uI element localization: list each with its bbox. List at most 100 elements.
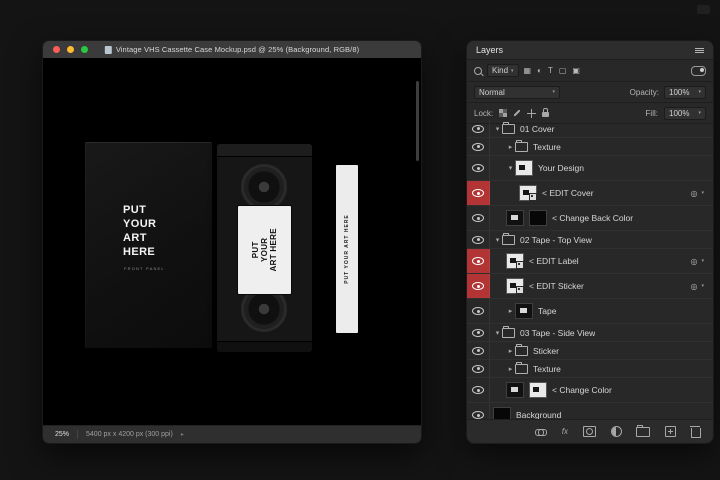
fx-icon[interactable]: fx bbox=[562, 427, 568, 436]
layer-thumbnail[interactable] bbox=[506, 210, 524, 226]
layer-row[interactable]: Background bbox=[467, 403, 713, 420]
fill-dropdown[interactable]: 100% ▾ bbox=[664, 107, 706, 120]
eye-icon bbox=[472, 214, 484, 222]
adjust-icon[interactable] bbox=[611, 426, 622, 437]
layer-visibility-toggle[interactable] bbox=[467, 299, 490, 323]
smart-object-badge-icon bbox=[516, 286, 524, 294]
new-layer-icon[interactable] bbox=[665, 426, 676, 437]
chevron-right-icon[interactable]: ▸ bbox=[506, 347, 515, 355]
filter-pixel-layers-icon[interactable]: ▦ bbox=[524, 67, 532, 75]
layer-row[interactable]: < EDIT Label◎▾ bbox=[467, 249, 713, 274]
layer-thumbnail[interactable] bbox=[506, 278, 524, 294]
zoom-window-button[interactable] bbox=[81, 46, 88, 53]
layer-thumbnail[interactable] bbox=[515, 160, 533, 176]
folder-icon bbox=[515, 346, 528, 356]
panel-header[interactable]: Layers bbox=[467, 41, 713, 60]
title-wrap: Vintage VHS Cassette Case Mockup.psd @ 2… bbox=[105, 41, 359, 58]
layer-visibility-toggle[interactable] bbox=[467, 206, 490, 230]
layer-name: Tape bbox=[538, 306, 556, 316]
filter-shape-layers-icon[interactable]: ▢ bbox=[559, 67, 567, 75]
group-icon[interactable] bbox=[636, 427, 650, 437]
window-titlebar[interactable]: Vintage VHS Cassette Case Mockup.psd @ 2… bbox=[43, 41, 421, 59]
layer-row[interactable]: ▾02 Tape - Top View bbox=[467, 231, 713, 249]
chevron-right-icon[interactable]: ▸ bbox=[506, 143, 515, 151]
opacity-dropdown[interactable]: 100% ▾ bbox=[664, 86, 706, 99]
minimize-button[interactable] bbox=[67, 46, 74, 53]
status-chevron-icon[interactable]: ▸ bbox=[181, 431, 184, 438]
smart-filter-icon[interactable]: ◎ bbox=[691, 189, 698, 198]
kind-label: Kind bbox=[492, 66, 508, 75]
eye-icon bbox=[472, 365, 484, 373]
panel-menu-icon[interactable] bbox=[695, 48, 704, 53]
layer-row[interactable]: ▸Sticker bbox=[467, 342, 713, 360]
delete-icon[interactable] bbox=[691, 428, 701, 438]
lock-transparency-icon[interactable] bbox=[499, 109, 507, 117]
lock-pixels-icon[interactable] bbox=[514, 109, 521, 116]
chevron-right-icon[interactable]: ▸ bbox=[506, 307, 515, 315]
smart-object-badge-icon bbox=[529, 193, 537, 201]
layer-visibility-toggle[interactable] bbox=[467, 249, 490, 273]
chevron-down-icon[interactable]: ▾ bbox=[506, 164, 515, 172]
layer-visibility-toggle[interactable] bbox=[467, 181, 490, 205]
chevron-right-icon[interactable]: ▸ bbox=[506, 365, 515, 373]
layer-thumbnail[interactable] bbox=[529, 382, 547, 398]
layer-row[interactable]: < EDIT Sticker◎▾ bbox=[467, 274, 713, 299]
layer-row[interactable]: ▸Texture bbox=[467, 360, 713, 378]
zoom-level-field[interactable]: 25% bbox=[55, 431, 69, 438]
layer-visibility-toggle[interactable] bbox=[467, 403, 490, 420]
layer-visibility-toggle[interactable] bbox=[467, 360, 490, 377]
layer-row[interactable]: ▾03 Tape - Side View bbox=[467, 324, 713, 342]
layer-visibility-toggle[interactable] bbox=[467, 231, 490, 248]
filter-smart-layers-icon[interactable]: ▣ bbox=[572, 67, 580, 75]
window-title: Vintage VHS Cassette Case Mockup.psd @ 2… bbox=[116, 45, 359, 54]
layer-row[interactable]: ▸ Tape bbox=[467, 299, 713, 324]
chevron-down-icon: ▾ bbox=[698, 89, 701, 95]
chevron-down-icon[interactable]: ▾ bbox=[701, 190, 704, 196]
layer-row[interactable]: < EDIT Cover◎▾ bbox=[467, 181, 713, 206]
layer-row[interactable]: ▾01 Cover bbox=[467, 120, 713, 138]
blend-row: Normal ▾ Opacity: 100% ▾ bbox=[467, 82, 713, 103]
layer-row[interactable]: < Change Color bbox=[467, 378, 713, 403]
filter-toggle[interactable] bbox=[691, 66, 706, 76]
chevron-down-icon: ▾ bbox=[552, 89, 555, 95]
filter-type-layers-icon[interactable]: T bbox=[548, 67, 553, 75]
layer-row[interactable]: ▾Your Design bbox=[467, 156, 713, 181]
layer-thumbnail[interactable] bbox=[506, 253, 524, 269]
layer-name: < Change Back Color bbox=[552, 213, 633, 223]
layer-visibility-toggle[interactable] bbox=[467, 156, 490, 180]
chevron-down-icon[interactable]: ▾ bbox=[701, 258, 704, 264]
tape-label: PUT YOUR ART HERE bbox=[238, 206, 291, 294]
blend-mode-dropdown[interactable]: Normal ▾ bbox=[474, 86, 560, 99]
lock-all-icon[interactable] bbox=[542, 112, 549, 117]
smart-filter-icon[interactable]: ◎ bbox=[691, 257, 698, 266]
chevron-down-icon[interactable]: ▾ bbox=[493, 125, 502, 133]
smart-filter-icon[interactable]: ◎ bbox=[691, 282, 698, 291]
filter-adjust-layers-icon[interactable]: ◐ bbox=[537, 67, 542, 75]
layer-visibility-toggle[interactable] bbox=[467, 342, 490, 359]
mask-icon[interactable] bbox=[583, 426, 596, 437]
vertical-scrollbar[interactable] bbox=[416, 81, 419, 161]
layer-row[interactable]: ▸Texture bbox=[467, 138, 713, 156]
chevron-down-icon[interactable]: ▾ bbox=[701, 283, 704, 289]
layer-visibility-toggle[interactable] bbox=[467, 120, 490, 137]
layer-thumbnail[interactable] bbox=[519, 185, 537, 201]
kind-filter-dropdown[interactable]: Kind ▾ bbox=[487, 64, 519, 77]
layer-visibility-toggle[interactable] bbox=[467, 274, 490, 298]
layer-visibility-toggle[interactable] bbox=[467, 378, 490, 402]
status-bar: 25% 5400 px x 4200 px (300 ppi) ▸ bbox=[43, 425, 421, 443]
psd-file-icon bbox=[105, 46, 112, 54]
lock-position-icon[interactable] bbox=[527, 109, 536, 118]
close-button[interactable] bbox=[53, 46, 60, 53]
layer-thumbnail[interactable] bbox=[506, 382, 524, 398]
layer-row[interactable]: < Change Back Color bbox=[467, 206, 713, 231]
document-canvas[interactable]: PUT YOUR ART HERE FRONT PANEL PUT YOUR A… bbox=[43, 58, 421, 426]
layer-thumbnail[interactable] bbox=[515, 303, 533, 319]
link-icon[interactable] bbox=[535, 429, 547, 435]
eye-icon bbox=[472, 143, 484, 151]
layer-visibility-toggle[interactable] bbox=[467, 324, 490, 341]
layer-thumbnail[interactable] bbox=[529, 210, 547, 226]
case-art-text: PUT YOUR ART HERE bbox=[123, 204, 156, 259]
chevron-down-icon[interactable]: ▾ bbox=[493, 329, 502, 337]
layer-visibility-toggle[interactable] bbox=[467, 138, 490, 155]
chevron-down-icon[interactable]: ▾ bbox=[493, 236, 502, 244]
